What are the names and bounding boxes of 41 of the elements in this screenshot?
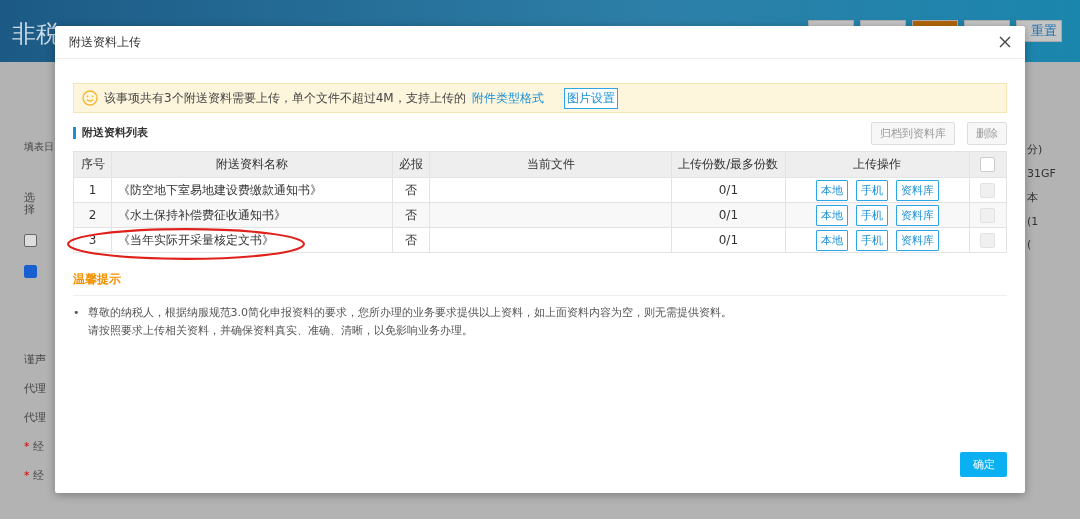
table-cell-text: 分) xyxy=(1027,142,1044,157)
confirm-button[interactable]: 确定 xyxy=(960,452,1007,477)
table-cell: 《水土保持补偿费征收通知书》 xyxy=(111,202,393,228)
format-link[interactable]: 附件类型格式 xyxy=(471,89,544,107)
smiley-icon xyxy=(82,90,98,106)
checkbox[interactable] xyxy=(24,234,37,248)
tips-text: 尊敬的纳税人，根据纳服规范3.0简化申报资料的要求，您所办理的业务要求提供以上资料，如上面资料内容为空，则无需提供资料。 请按照要求上传相关资料，并确保资料真实、准确、清晰，以免影响业务办理。 xyxy=(87,305,732,339)
field-label: * 经 xyxy=(24,439,45,455)
column-header: 附送资料名称 xyxy=(111,151,393,178)
table-cell: 否 xyxy=(392,177,430,203)
field-label: * 经 xyxy=(24,468,45,484)
column-header: 序号 xyxy=(73,151,112,178)
field-label: 代理 xyxy=(24,381,47,397)
table-cell: 31GF xyxy=(1027,167,1056,180)
declaration-label: 谨声 xyxy=(24,352,47,368)
bullet: • xyxy=(73,305,80,321)
checkbox[interactable] xyxy=(24,265,37,279)
field-label: 代理 xyxy=(24,410,47,426)
dialog-title: 附送资料上传 xyxy=(69,33,141,51)
table-cell: 1 xyxy=(73,177,112,203)
column-header: 上传操作 xyxy=(785,151,970,178)
select-all-checkbox[interactable] xyxy=(980,157,996,172)
table-cell-text: (1 xyxy=(1027,215,1040,228)
table-cell-text: 本 xyxy=(1027,190,1039,205)
table-cell: 否 xyxy=(392,227,430,253)
table-cell: 2 xyxy=(73,202,112,228)
table-cell-text: ( xyxy=(1027,238,1033,251)
section-title: 附送资料列表 xyxy=(73,127,148,139)
table-cell: 0/1 xyxy=(671,227,785,253)
tips-title: 温馨提示 xyxy=(73,271,122,288)
image-settings-button[interactable]: 图片设置 xyxy=(563,87,618,109)
column-header: 当前文件 xyxy=(429,151,672,178)
table-cell: 0/1 xyxy=(671,177,785,203)
table-cell: 《防空地下室易地建设费缴款通知书》 xyxy=(111,177,393,203)
date-label: 填表日 xyxy=(24,140,55,154)
notice-text: 该事项共有3个附送资料需要上传，单个文件不超过4M，支持上传的 xyxy=(104,89,466,107)
table-cell: 0/1 xyxy=(671,202,785,228)
column-header: 选择 xyxy=(24,192,35,217)
column-header: 上传份数/最多份数 xyxy=(671,151,785,178)
column-header: 必报 xyxy=(392,151,430,178)
close-icon[interactable] xyxy=(999,36,1011,48)
